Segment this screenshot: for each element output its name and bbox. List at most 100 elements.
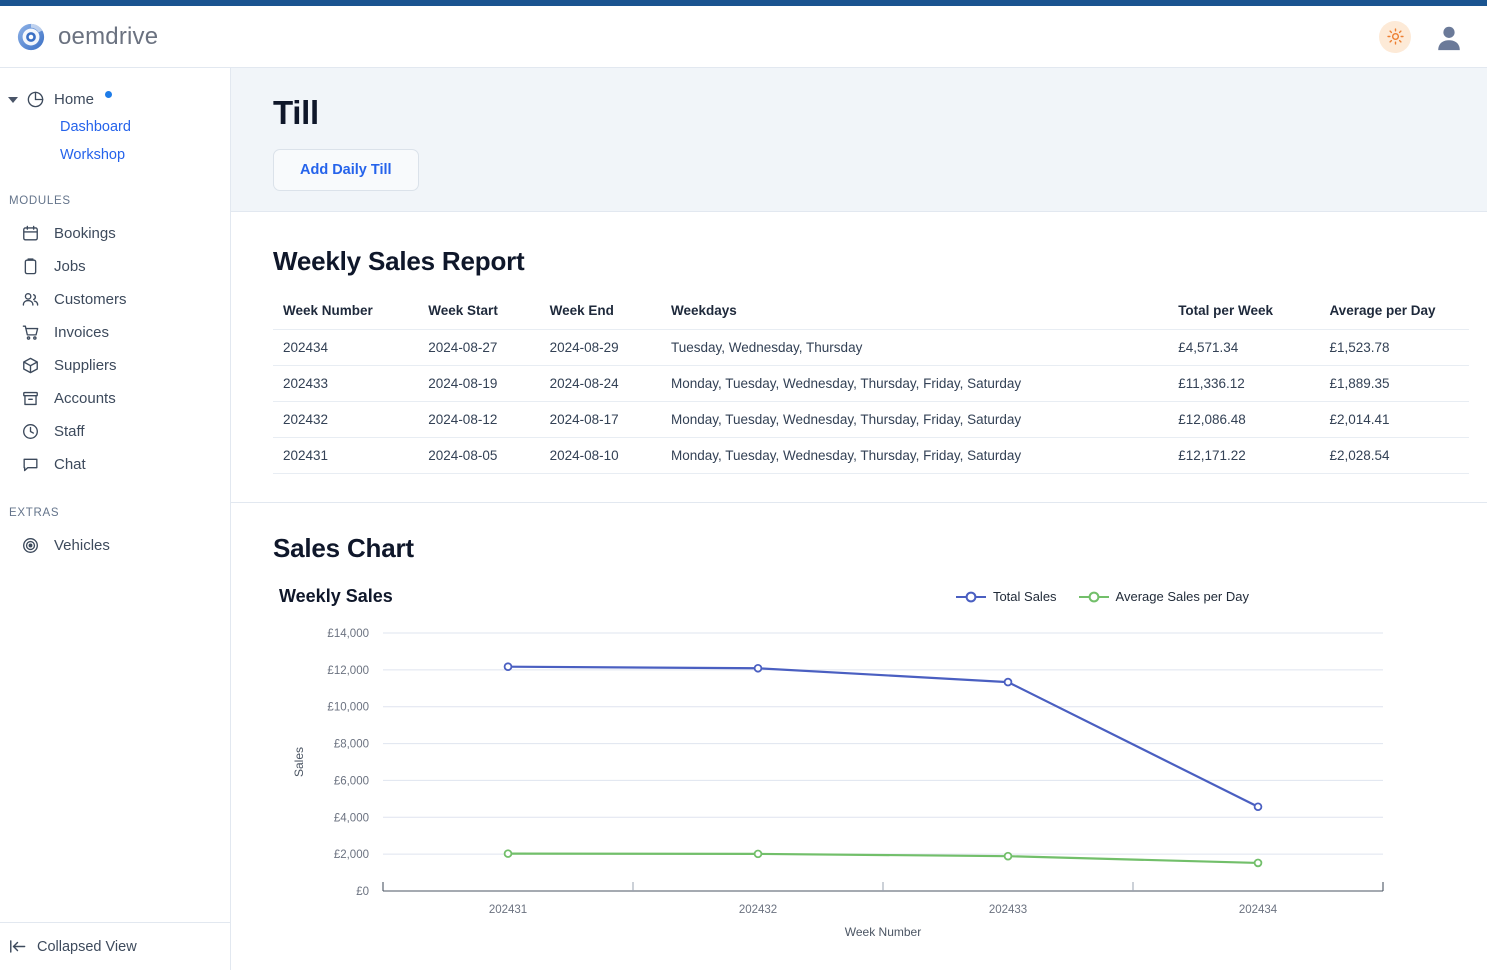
legend-item-total-sales[interactable]: Total Sales [955, 589, 1057, 604]
data-point [753, 663, 763, 673]
clock-icon [23, 424, 38, 439]
y-axis-tick-label: £14,000 [327, 628, 369, 640]
app-header: oemdrive [0, 6, 1487, 68]
sidebar-item-invoices[interactable]: Invoices [0, 316, 230, 349]
sidebar-item-chat[interactable]: Chat [0, 448, 230, 481]
cell-week-number: 202434 [283, 340, 329, 355]
cell-average-per-day: £1,889.35 [1329, 376, 1390, 391]
box-icon [23, 357, 38, 374]
sales-chart-section: Sales Chart Weekly Sales Total Sales Ave… [231, 503, 1487, 970]
y-axis-title: Sales [292, 747, 306, 777]
column-header-weekdays: Weekdays [670, 303, 737, 318]
data-point [1253, 858, 1263, 868]
sidebar-item-label: Jobs [54, 258, 86, 275]
brand-name: oemdrive [58, 22, 159, 50]
user-avatar-icon[interactable] [1433, 21, 1465, 53]
archive-icon [23, 391, 38, 406]
legend-item-average-sales-per-day[interactable]: Average Sales per Day [1078, 589, 1249, 604]
x-axis-tick-label: 202432 [739, 904, 777, 916]
cell-average-per-day: £2,028.54 [1329, 448, 1390, 463]
sidebar-scroll: Home Dashboard Workshop MODULES Bookings [0, 68, 230, 922]
chart-section-title: Sales Chart [273, 533, 414, 563]
cell-total-per-week: £12,086.48 [1178, 412, 1246, 427]
data-point [1003, 851, 1013, 861]
y-axis-tick-label: £0 [356, 886, 369, 898]
sidebar-item-home[interactable]: Home [0, 86, 230, 113]
series-line-0 [506, 665, 1260, 808]
pie-chart-icon [27, 91, 44, 108]
cell-week-start: 2024-08-27 [428, 340, 498, 355]
chart-header: Weekly Sales Total Sales Average Sales p… [273, 586, 1469, 607]
chart-title: Weekly Sales [279, 586, 393, 606]
cell-week-number: 202431 [283, 448, 329, 463]
legend-marker-icon [955, 591, 986, 602]
sidebar-item-label: Staff [54, 423, 85, 440]
data-point [503, 849, 513, 858]
y-axis-tick-label: £10,000 [327, 702, 369, 714]
x-axis-tick-label: 202431 [489, 904, 527, 916]
cell-total-per-week: £12,171.22 [1178, 448, 1246, 463]
sun-icon[interactable] [1379, 20, 1411, 53]
table-row[interactable]: 202434 2024-08-27 2024-08-29 Tuesday, We… [273, 329, 1469, 366]
cell-average-per-day: £2,014.41 [1329, 412, 1390, 427]
chevron-down-icon[interactable] [8, 96, 18, 103]
data-point [503, 662, 513, 672]
cell-week-start: 2024-08-05 [428, 448, 498, 463]
y-axis-tick-label: £2,000 [334, 849, 369, 861]
sidebar-item-suppliers[interactable]: Suppliers [0, 349, 230, 382]
target-icon [23, 538, 38, 553]
sales-chart: Weekly Sales Total Sales Average Sales p… [273, 586, 1467, 949]
sidebar-item-label: Vehicles [54, 537, 110, 554]
sidebar-group-label-extras: EXTRAS [9, 507, 60, 519]
sidebar-item-accounts[interactable]: Accounts [0, 382, 230, 415]
data-point [753, 849, 763, 859]
sidebar-item-home-label: Home [54, 91, 95, 108]
sidebar-item-label: Accounts [54, 390, 116, 407]
cell-week-start: 2024-08-19 [428, 376, 498, 391]
sidebar-item-customers[interactable]: Customers [0, 283, 230, 316]
cell-week-number: 202432 [283, 412, 329, 427]
brand[interactable]: oemdrive [16, 22, 158, 52]
add-daily-till-button[interactable]: Add Daily Till [273, 149, 419, 191]
sidebar-item-bookings[interactable]: Bookings [0, 217, 230, 250]
legend-label: Total Sales [992, 589, 1057, 604]
sidebar-item-label: Bookings [54, 225, 116, 242]
y-axis-tick-label: £12,000 [327, 665, 369, 677]
cell-average-per-day: £1,523.78 [1329, 340, 1390, 355]
cell-week-end: 2024-08-24 [549, 376, 619, 391]
x-axis-title: Week Number [845, 925, 921, 939]
table-row[interactable]: 202432 2024-08-12 2024-08-17 Monday, Tue… [273, 401, 1469, 438]
weekly-sales-table: Week Number Week Start Week End Weekdays… [273, 303, 1469, 474]
cell-total-per-week: £4,571.34 [1178, 340, 1239, 355]
y-axis-tick-label: £4,000 [334, 812, 369, 824]
sidebar-group-label-modules: MODULES [9, 195, 71, 207]
message-icon [23, 458, 38, 472]
page-title: Till [273, 94, 319, 131]
clipboard-icon [24, 258, 37, 275]
table-row[interactable]: 202431 2024-08-05 2024-08-10 Monday, Tue… [273, 437, 1469, 474]
sidebar-item-staff[interactable]: Staff [0, 415, 230, 448]
column-header-average-per-day: Average per Day [1329, 303, 1436, 318]
legend-label: Average Sales per Day [1115, 589, 1249, 604]
data-point [1003, 677, 1013, 687]
y-axis-tick-label: £8,000 [334, 739, 369, 751]
sidebar-item-vehicles[interactable]: Vehicles [0, 529, 230, 562]
legend-marker-icon [1078, 591, 1109, 602]
y-axis-tick-label: £6,000 [334, 775, 369, 787]
series-line-1 [506, 852, 1260, 865]
sidebar-item-workshop[interactable]: Workshop [0, 141, 230, 169]
collapse-view-button[interactable]: Collapsed View [0, 922, 230, 970]
cell-week-end: 2024-08-17 [549, 412, 619, 427]
sidebar-item-jobs[interactable]: Jobs [0, 250, 230, 283]
collapse-view-label: Collapsed View [37, 938, 137, 955]
cell-week-number: 202433 [283, 376, 329, 391]
weekly-sales-report-section: Weekly Sales Report Week Number Week Sta… [231, 212, 1487, 503]
sidebar-item-label: Chat [54, 456, 86, 473]
cell-week-end: 2024-08-29 [549, 340, 619, 355]
sidebar-item-label: Customers [54, 291, 127, 308]
table-row[interactable]: 202433 2024-08-19 2024-08-24 Monday, Tue… [273, 365, 1469, 402]
calendar-icon [23, 225, 38, 241]
x-axis-tick-label: 202434 [1239, 904, 1278, 916]
column-header-week-number: Week Number [283, 303, 373, 318]
sidebar-item-dashboard[interactable]: Dashboard [0, 113, 230, 141]
